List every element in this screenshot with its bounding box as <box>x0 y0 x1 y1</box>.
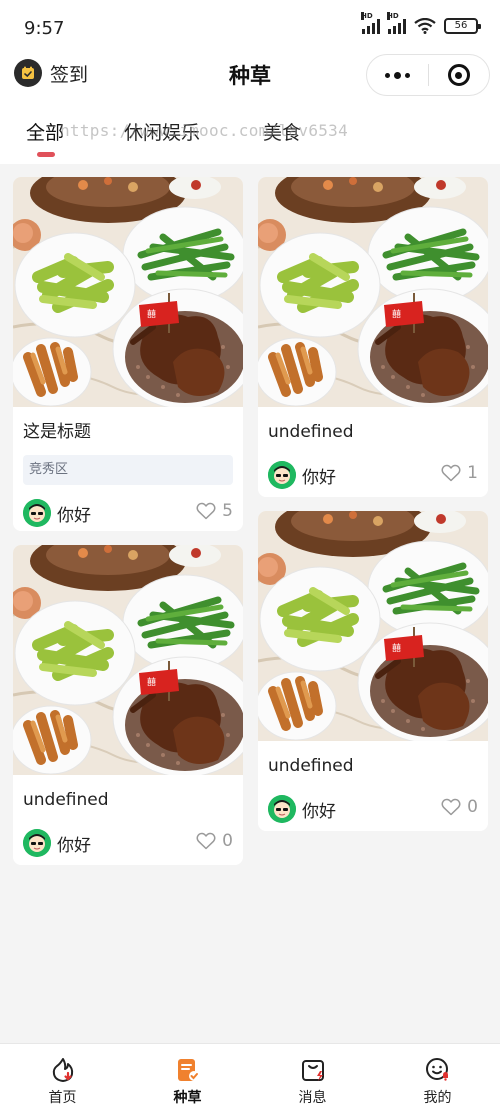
tab-food[interactable]: 美食 <box>263 118 301 145</box>
note-check-icon <box>177 1059 199 1081</box>
author-name: 你好 <box>302 467 336 488</box>
tab-all[interactable]: 全部 <box>26 118 64 145</box>
card-footer: 你好 1 <box>258 447 488 497</box>
wifi-icon <box>414 18 436 34</box>
author[interactable]: 你好 <box>268 461 336 489</box>
tabbar-item-zhongcao[interactable]: 种草 <box>125 1044 250 1111</box>
food-image <box>258 177 488 407</box>
status-bar: 9:57 HD HD 56 <box>0 0 500 54</box>
tabbar-label: 种草 <box>173 1090 202 1106</box>
card-title: undefined <box>268 756 354 776</box>
tabbar-label: 我的 <box>423 1090 452 1106</box>
bottom-tab-bar: 首页 种草 消息 我的 <box>0 1043 500 1111</box>
author[interactable]: 你好 <box>23 499 91 527</box>
smile-bell-icon <box>425 1058 448 1081</box>
feed-card[interactable]: 这是标题 竞秀区 你好 5 <box>13 177 243 531</box>
checkin-label: 签到 <box>50 63 89 86</box>
author[interactable]: 你好 <box>23 829 91 857</box>
tabbar-item-profile[interactable]: 我的 <box>375 1044 500 1111</box>
more-dots-icon <box>384 71 410 79</box>
heart-icon <box>196 502 216 520</box>
target-icon <box>447 64 470 86</box>
card-title: undefined <box>268 422 354 442</box>
signal-hd-label: HD <box>361 12 373 20</box>
author-name: 你好 <box>57 835 91 856</box>
status-icons: HD HD 56 <box>361 12 481 34</box>
avatar <box>268 461 296 489</box>
tabbar-item-home[interactable]: 首页 <box>0 1044 125 1111</box>
tab-leisure[interactable]: 休闲娱乐 <box>124 118 200 145</box>
feed-card[interactable]: undefined 你好 <box>258 511 488 831</box>
author-name: 你好 <box>302 801 336 822</box>
heart-icon <box>441 464 461 482</box>
like-button[interactable]: 0 <box>441 797 478 817</box>
feed-card[interactable]: undefined 你好 <box>258 177 488 497</box>
card-footer: 你好 0 <box>258 781 488 831</box>
heart-icon <box>196 832 216 850</box>
author[interactable]: 你好 <box>268 795 336 823</box>
card-footer: 你好 0 <box>13 815 243 865</box>
tabbar-item-messages[interactable]: 消息 <box>250 1044 375 1111</box>
like-count: 1 <box>467 463 478 483</box>
avatar <box>268 795 296 823</box>
category-tabs: 全部 休闲娱乐 美食 https://www.imooc.com/lav6534 <box>0 100 500 164</box>
tabbar-label: 首页 <box>48 1090 77 1106</box>
like-count: 0 <box>467 797 478 817</box>
more-button[interactable] <box>367 55 428 95</box>
battery-icon: 56 <box>444 18 481 34</box>
screen: 9:57 HD HD 56 签到 种草 全部 休闲娱乐 美食 https://w… <box>0 0 500 1111</box>
nav-bar: 签到 种草 <box>0 54 500 100</box>
like-button[interactable]: 1 <box>441 463 478 483</box>
avatar <box>23 499 51 527</box>
food-image <box>258 511 488 741</box>
like-button[interactable]: 5 <box>196 501 233 521</box>
like-count: 0 <box>222 831 233 851</box>
card-footer: 你好 5 <box>13 485 243 531</box>
checkin-button[interactable]: 签到 <box>14 59 88 87</box>
signal-hd-label: HD <box>387 12 399 20</box>
calendar-check-icon <box>14 59 42 87</box>
avatar <box>23 829 51 857</box>
like-count: 5 <box>222 501 233 521</box>
food-image <box>13 545 243 775</box>
signal-icon: HD <box>387 12 406 34</box>
home-flame-icon <box>52 1058 73 1082</box>
watermark-text: https://www.imooc.com/lav6534 <box>60 121 349 140</box>
author-name: 你好 <box>57 505 91 526</box>
card-title: 这是标题 <box>23 422 91 442</box>
feed-card[interactable]: undefined 你好 <box>13 545 243 865</box>
tabbar-label: 消息 <box>298 1090 327 1106</box>
food-image <box>13 177 243 407</box>
heart-icon <box>441 798 461 816</box>
card-title: undefined <box>23 790 109 810</box>
close-miniprogram-button[interactable] <box>429 55 490 95</box>
signal-icon: HD <box>361 12 380 34</box>
miniprogram-capsule <box>366 54 490 96</box>
like-button[interactable]: 0 <box>196 831 233 851</box>
bag-bolt-icon <box>301 1060 324 1081</box>
active-tab-indicator <box>37 152 55 157</box>
location-tag: 竞秀区 <box>23 455 233 485</box>
status-time: 9:57 <box>24 18 65 39</box>
